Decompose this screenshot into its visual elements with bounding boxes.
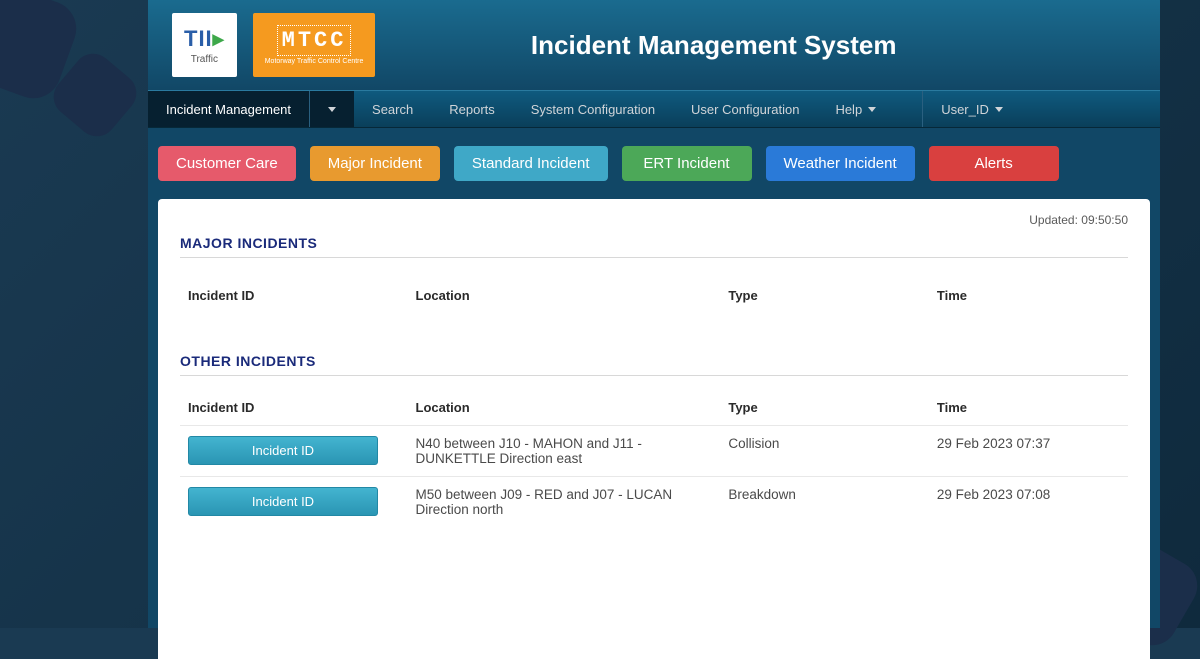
cell-time: 29 Feb 2023 07:37 — [929, 426, 1128, 477]
incident-id-button[interactable]: Incident ID — [188, 487, 378, 516]
nav-label: Help — [835, 102, 862, 117]
weather-incident-button[interactable]: Weather Incident — [766, 146, 915, 181]
mtcc-logo: MTCC Motorway Traffic Control Centre — [253, 13, 376, 77]
action-row: Customer Care Major Incident Standard In… — [158, 146, 1150, 181]
nav-help[interactable]: Help — [817, 91, 894, 127]
app-title: Incident Management System — [391, 30, 1136, 61]
cell-type: Breakdown — [720, 477, 929, 528]
ert-incident-button[interactable]: ERT Incident — [622, 146, 752, 181]
col-incident-id: Incident ID — [180, 382, 408, 426]
updated-timestamp: Updated: 09:50:50 — [180, 213, 1128, 227]
col-location: Location — [408, 382, 721, 426]
incident-id-button[interactable]: Incident ID — [188, 436, 378, 465]
cell-time: 29 Feb 2023 07:08 — [929, 477, 1128, 528]
alerts-button[interactable]: Alerts — [929, 146, 1059, 181]
app-window: TII▸ Traffic MTCC Motorway Traffic Contr… — [148, 0, 1160, 628]
tii-logo: TII▸ Traffic — [172, 13, 237, 77]
cell-location: N40 between J10 - MAHON and J11 - DUNKET… — [408, 426, 721, 477]
nav-incident-management[interactable]: Incident Management — [148, 91, 309, 127]
nav-reports[interactable]: Reports — [431, 91, 513, 127]
customer-care-button[interactable]: Customer Care — [158, 146, 296, 181]
nav-label: Incident Management — [166, 102, 291, 117]
col-type: Type — [720, 264, 929, 315]
nav-user-label: User_ID — [941, 102, 989, 117]
nav-user-configuration[interactable]: User Configuration — [673, 91, 817, 127]
table-row: Incident ID N40 between J10 - MAHON and … — [180, 426, 1128, 477]
major-incident-button[interactable]: Major Incident — [310, 146, 440, 181]
nav-incident-dropdown[interactable] — [309, 91, 354, 127]
topbar: TII▸ Traffic MTCC Motorway Traffic Contr… — [148, 0, 1160, 90]
caret-down-icon — [868, 107, 876, 112]
incidents-panel: Updated: 09:50:50 MAJOR INCIDENTS Incide… — [158, 199, 1150, 659]
standard-incident-button[interactable]: Standard Incident — [454, 146, 608, 181]
nav-system-configuration[interactable]: System Configuration — [513, 91, 673, 127]
major-incidents-heading: MAJOR INCIDENTS — [180, 235, 1128, 258]
major-incidents-table: Incident ID Location Type Time — [180, 264, 1128, 315]
other-incidents-table: Incident ID Location Type Time Incident … — [180, 382, 1128, 527]
table-row: Incident ID M50 between J09 - RED and J0… — [180, 477, 1128, 528]
caret-down-icon — [995, 107, 1003, 112]
col-location: Location — [408, 264, 721, 315]
other-incidents-heading: OTHER INCIDENTS — [180, 353, 1128, 376]
content-area: Customer Care Major Incident Standard In… — [148, 128, 1160, 659]
cell-location: M50 between J09 - RED and J07 - LUCAN Di… — [408, 477, 721, 528]
caret-down-icon — [328, 107, 336, 112]
col-time: Time — [929, 382, 1128, 426]
cell-type: Collision — [720, 426, 929, 477]
col-incident-id: Incident ID — [180, 264, 408, 315]
col-time: Time — [929, 264, 1128, 315]
nav-search[interactable]: Search — [354, 91, 431, 127]
col-type: Type — [720, 382, 929, 426]
navbar: Incident Management Search Reports Syste… — [148, 90, 1160, 128]
nav-user-menu[interactable]: User_ID — [922, 91, 1021, 127]
